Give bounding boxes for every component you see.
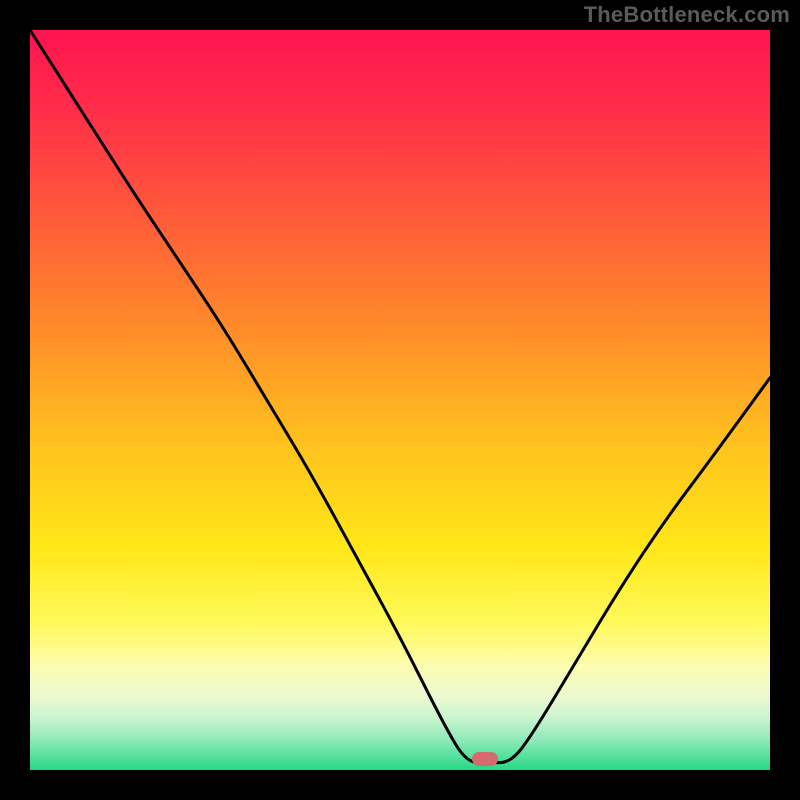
bottleneck-curve: [30, 30, 770, 770]
optimum-marker: [472, 752, 498, 765]
plot-area: [30, 30, 770, 770]
chart-frame: TheBottleneck.com: [0, 0, 800, 800]
watermark-text: TheBottleneck.com: [584, 2, 790, 28]
